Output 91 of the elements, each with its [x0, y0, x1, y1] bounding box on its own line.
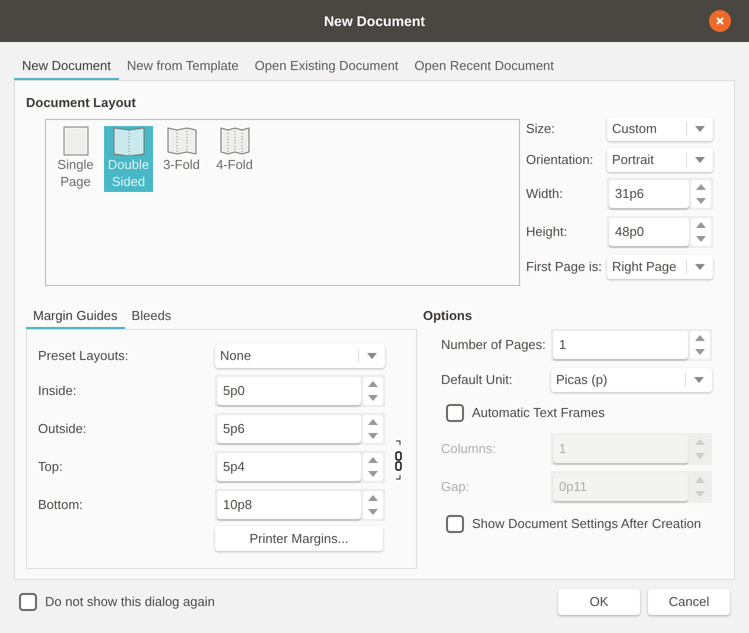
spin-buttons[interactable]	[363, 415, 383, 443]
field-label: Bottom:	[38, 496, 84, 514]
tab[interactable]: Open Existing Document	[246, 54, 406, 80]
caret-icon	[367, 353, 377, 359]
caret-icon	[695, 156, 705, 162]
spin-field[interactable]: 5p6	[217, 415, 361, 443]
down-arrow-icon	[696, 236, 706, 242]
spin-field[interactable]: 31p6	[609, 180, 689, 208]
tab[interactable]: New from Template	[118, 54, 247, 80]
dropdown-value: Picas (p)	[556, 370, 608, 389]
four-fold-icon	[220, 126, 250, 156]
tab[interactable]: Bleeds	[124, 304, 178, 329]
spin-buttons[interactable]	[691, 180, 711, 208]
double-page-icon	[112, 126, 144, 156]
up-arrow-icon	[696, 184, 706, 190]
down-arrow-icon	[695, 491, 705, 497]
checkbox-label: Automatic Text Frames	[472, 404, 605, 422]
down-arrow-icon	[695, 349, 705, 355]
down-arrow-icon	[368, 433, 378, 439]
tab[interactable]: Open Recent Document	[406, 54, 562, 80]
window-title: New Document	[324, 12, 426, 30]
up-arrow-icon	[695, 335, 705, 341]
up-arrow-icon	[695, 477, 705, 483]
layout-label: 4-Fold	[215, 156, 254, 173]
spin-field[interactable]: 48p0	[609, 218, 689, 246]
spin-buttons[interactable]	[363, 453, 383, 481]
dropdown[interactable]: Portrait	[607, 148, 713, 172]
spin-field[interactable]: 5p4	[217, 453, 361, 481]
printer-margins-button[interactable]: Printer Margins...	[215, 526, 383, 551]
down-arrow-icon	[368, 471, 378, 477]
spin-buttons[interactable]	[691, 218, 711, 246]
checkbox-label: Do not show this dialog again	[45, 592, 215, 611]
spin-field[interactable]: 5p0	[217, 377, 361, 405]
field-label: Height:	[526, 223, 568, 242]
dialog-button[interactable]: Cancel	[648, 588, 730, 614]
dropdown[interactable]: Custom	[607, 116, 713, 140]
field-label: Preset Layouts:	[38, 347, 130, 366]
up-arrow-icon	[368, 495, 378, 501]
dropdown-value: Right Page	[612, 258, 676, 276]
layout-option[interactable]: 4-Fold	[210, 126, 259, 175]
up-arrow-icon	[695, 439, 705, 445]
up-arrow-icon	[368, 419, 378, 425]
spin-field[interactable]: 10p8	[217, 491, 361, 519]
field-label: Inside:	[38, 382, 78, 400]
up-arrow-icon	[368, 381, 378, 387]
down-arrow-icon	[368, 395, 378, 401]
dialog-button[interactable]: OK	[558, 588, 640, 614]
down-arrow-icon	[368, 509, 378, 515]
layout-label: Double Sided	[106, 156, 150, 190]
dropdown[interactable]: Right Page	[607, 254, 713, 278]
dropdown-value: None	[220, 347, 252, 366]
close-button[interactable]	[709, 10, 731, 32]
field-label: Outside:	[38, 420, 88, 438]
checkbox-label: Show Document Settings After Creation	[472, 514, 702, 533]
dropdown[interactable]: Picas (p)	[551, 368, 712, 392]
layout-option[interactable]: 3-Fold	[157, 126, 206, 175]
field-label: Width:	[526, 185, 564, 204]
layout-label: Single Page	[56, 156, 95, 190]
spin-buttons[interactable]	[363, 491, 383, 519]
caret-icon	[695, 126, 705, 132]
chain-link-icon[interactable]	[394, 440, 402, 480]
field-label: First Page is:	[526, 258, 603, 276]
field-label: Number of Pages:	[441, 336, 547, 354]
down-arrow-icon	[696, 198, 706, 204]
caret-icon	[695, 264, 705, 270]
layout-option[interactable]: Single Page	[51, 126, 100, 192]
close-icon	[716, 17, 724, 25]
three-fold-icon	[166, 126, 196, 156]
field-label: Default Unit:	[441, 370, 514, 389]
checkbox[interactable]	[19, 592, 37, 610]
spin-buttons[interactable]	[363, 377, 383, 405]
field-label: Orientation:	[526, 150, 594, 169]
field-label: Top:	[38, 458, 64, 476]
spin-buttons[interactable]	[690, 331, 710, 359]
dropdown-value: Custom	[612, 120, 657, 138]
field-label: Columns:	[441, 440, 497, 458]
layout-label: 3-Fold	[162, 156, 201, 173]
dropdown[interactable]: None	[215, 344, 385, 368]
section-heading: Document Layout	[26, 94, 137, 112]
spin-field[interactable]: 1	[553, 331, 688, 359]
up-arrow-icon	[696, 222, 706, 228]
checkbox[interactable]	[446, 404, 464, 422]
down-arrow-icon	[695, 453, 705, 459]
section-heading: Options	[423, 307, 474, 325]
dropdown-value: Portrait	[612, 150, 654, 169]
up-arrow-icon	[368, 457, 378, 463]
field-label: Gap:	[441, 478, 470, 496]
checkbox[interactable]	[446, 514, 464, 532]
caret-icon	[694, 376, 704, 382]
single-page-icon	[62, 126, 88, 156]
field-label: Size:	[526, 120, 556, 138]
